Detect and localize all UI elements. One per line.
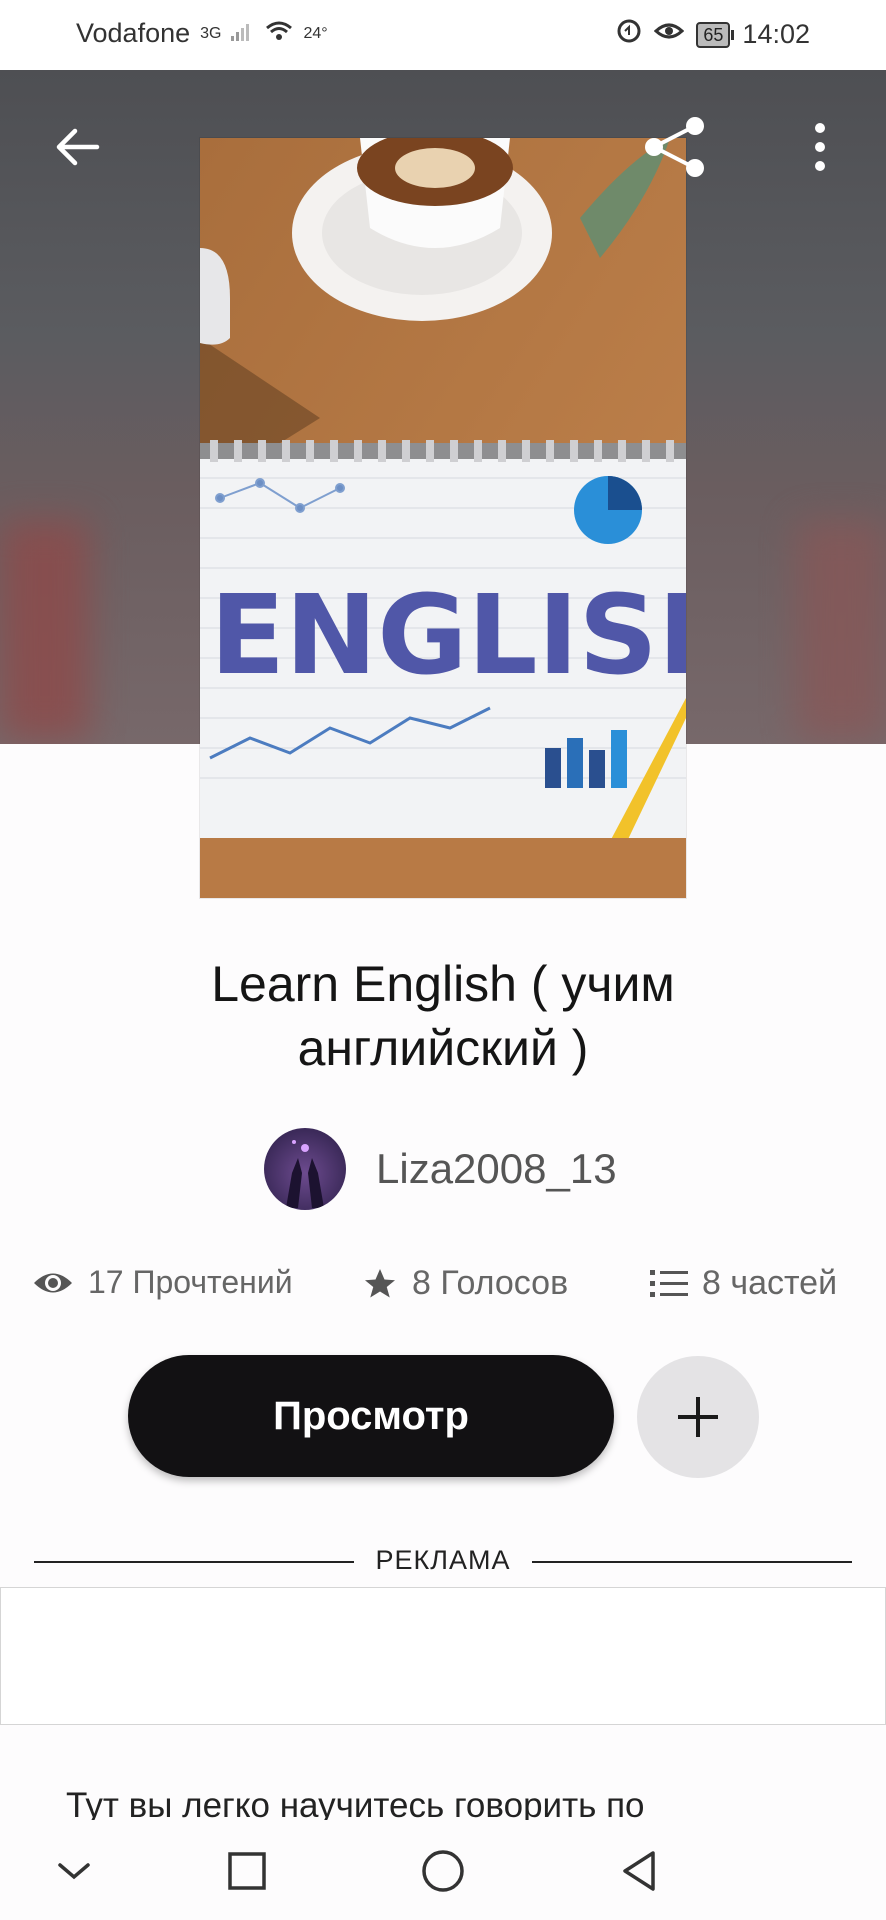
nav-hide-button[interactable] [39,1836,109,1906]
nav-home-button[interactable] [408,1836,478,1906]
author-name[interactable]: Liza2008_13 [376,1145,617,1193]
read-button[interactable]: Просмотр [128,1355,614,1477]
status-left: Vodafone 3G 24° [76,18,328,49]
reads-stat: 17 Прочтений [32,1264,293,1301]
votes-count: 8 Голосов [412,1264,569,1302]
add-to-library-button[interactable] [637,1356,759,1478]
author-row[interactable]: Liza2008_13 [264,1128,617,1210]
triangle-back-icon [623,1851,655,1891]
share-icon [645,117,704,177]
votes-stat: 8 Голосов [362,1264,568,1303]
divider-line-right [532,1561,852,1563]
circle-icon [422,1850,464,1892]
parts-stat: 8 частей [650,1264,837,1303]
wifi-icon [265,18,293,49]
data-saver-icon [616,18,642,51]
parts-count: 8 частей [702,1264,838,1302]
story-cover-image[interactable]: ENGLISH [200,138,686,898]
status-right: 65 14:02 [616,18,810,51]
back-button[interactable] [42,112,112,182]
story-stats: 17 Прочтений 8 Голосов 8 частей [0,1264,886,1314]
hero-blur-left [0,520,90,740]
carrier-label: Vodafone [76,18,191,48]
story-description: Тут вы легко научитесь говорить по [66,1786,645,1820]
time-label: 14:02 [742,19,810,49]
network-type: 3G [200,24,222,42]
status-bar: Vodafone 3G 24° 65 14:02 [0,0,886,70]
arrow-left-icon [56,128,100,166]
temperature-label: 24° [303,24,328,42]
share-button[interactable] [640,112,710,182]
square-icon [228,1852,266,1890]
more-options-button[interactable] [785,112,855,182]
hero-blur-right [796,520,886,740]
list-icon [650,1269,688,1297]
nav-recents-button[interactable] [212,1836,282,1906]
star-icon [365,1268,395,1297]
ad-banner[interactable] [0,1587,886,1725]
battery-indicator: 65 [696,21,735,48]
reads-count: 17 Прочтений [88,1264,293,1300]
avatar-image [286,1140,324,1208]
story-title: Learn English ( учим английский ) [211,956,675,1076]
ad-divider: РЕКЛАМА [34,1545,852,1579]
nav-back-button[interactable] [604,1836,674,1906]
author-avatar[interactable] [264,1128,346,1210]
more-vertical-icon [815,123,825,171]
eye-icon [34,1273,72,1292]
plus-icon [678,1397,718,1437]
eye-comfort-icon [654,19,685,50]
cover-illustration: ENGLISH [200,138,686,898]
chevron-down-icon [58,1863,90,1880]
system-nav-bar [0,1820,886,1920]
signal-icon [231,18,255,49]
cover-title: ENGLISH [210,571,686,699]
